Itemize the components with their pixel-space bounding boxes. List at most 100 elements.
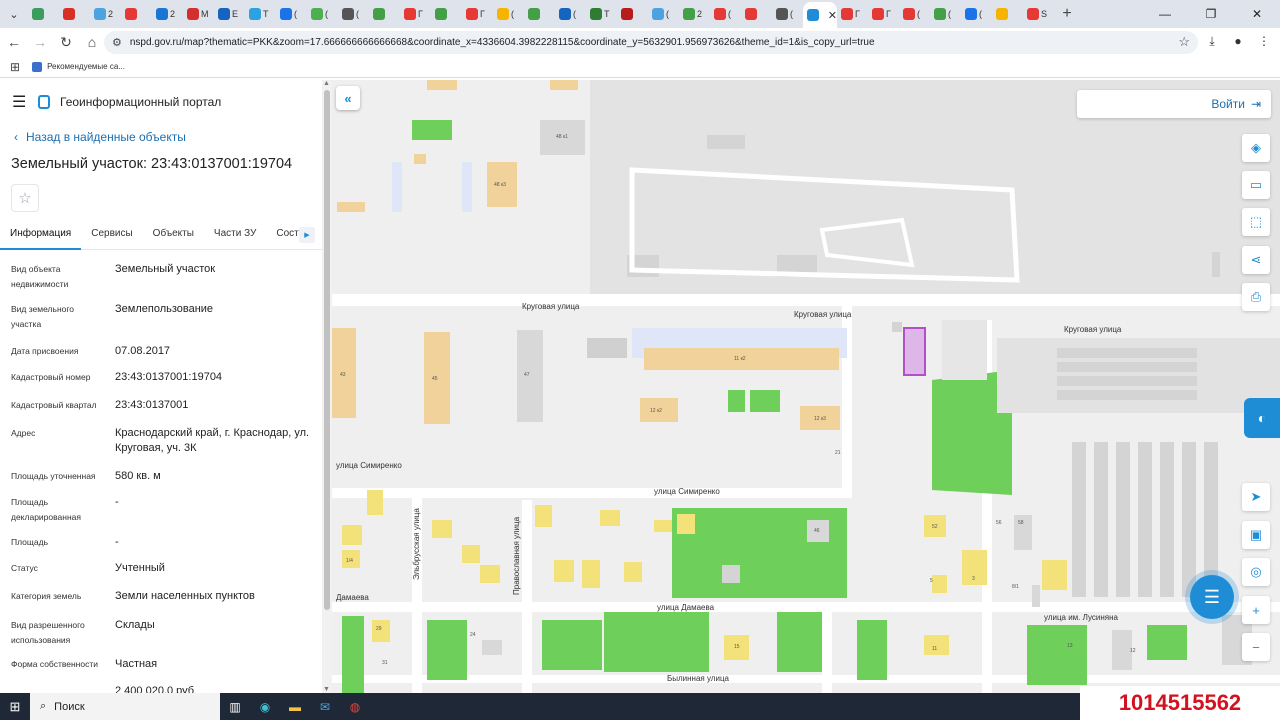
- new-tab-button[interactable]: +: [1054, 5, 1080, 23]
- building-grey: [587, 338, 627, 358]
- browser-tab[interactable]: (: [338, 3, 369, 25]
- browser-tab[interactable]: [524, 3, 555, 25]
- browser-tab[interactable]: S: [1023, 3, 1054, 25]
- print-icon[interactable]: ⎙: [1242, 283, 1270, 311]
- browser-tab[interactable]: (: [555, 3, 586, 25]
- browser-tab[interactable]: (: [930, 3, 961, 25]
- map-canvas[interactable]: [332, 80, 1280, 693]
- login-button[interactable]: Войти ⇥: [1077, 90, 1271, 118]
- close-tab-icon[interactable]: ✕: [828, 9, 837, 22]
- widget-logo-icon[interactable]: ◐: [1244, 398, 1280, 438]
- back-arrow-icon[interactable]: ←: [2, 30, 26, 54]
- map-type-icon[interactable]: ▣: [1242, 521, 1270, 549]
- browser-tab[interactable]: (: [961, 3, 992, 25]
- download-icon[interactable]: ⤓: [1202, 30, 1222, 52]
- browser-tab-active[interactable]: ✕: [803, 2, 837, 28]
- zoom-in-icon[interactable]: +: [1242, 596, 1270, 624]
- panel-scrollbar[interactable]: ▲ ▼: [322, 80, 332, 693]
- tab-favicon-icon: [187, 8, 199, 20]
- browser-tab[interactable]: Г: [400, 3, 431, 25]
- road-bylinnaya: [332, 675, 1280, 683]
- file-explorer-icon[interactable]: ▬: [280, 693, 310, 720]
- tab-title: (: [728, 9, 731, 19]
- site-info-icon[interactable]: ⚙: [112, 36, 122, 49]
- favorite-star-icon[interactable]: ☆: [11, 184, 39, 212]
- reload-icon[interactable]: ↻: [54, 30, 78, 54]
- browser-tab[interactable]: [992, 3, 1023, 25]
- chrome-icon[interactable]: ◍: [340, 693, 370, 720]
- browser-tab[interactable]: (: [493, 3, 524, 25]
- scrollbar-thumb[interactable]: [324, 90, 330, 610]
- tab-services[interactable]: Сервисы: [81, 222, 142, 250]
- browser-tab[interactable]: Г: [837, 3, 868, 25]
- browser-tab[interactable]: (: [772, 3, 803, 25]
- scroll-up-icon[interactable]: ▲: [323, 80, 330, 87]
- address-bar[interactable]: ⚙ nspd.gov.ru/map?thematic=PKK&zoom=17.6…: [104, 31, 1198, 54]
- zoom-out-icon[interactable]: −: [1242, 633, 1270, 661]
- browser-tab[interactable]: Г: [462, 3, 493, 25]
- parking: [392, 162, 402, 212]
- browser-tab[interactable]: 2: [152, 3, 183, 25]
- browser-tab[interactable]: 2: [90, 3, 121, 25]
- building-number: 3: [972, 576, 975, 582]
- browser-tab[interactable]: Т: [586, 3, 617, 25]
- browser-tab[interactable]: [59, 3, 90, 25]
- geolocation-icon[interactable]: ◎: [1242, 558, 1270, 586]
- menu-kebab-icon[interactable]: ⋮: [1254, 30, 1274, 52]
- window-controls: — ❐ ✕: [1142, 0, 1280, 28]
- share-icon[interactable]: ⋖: [1242, 246, 1270, 274]
- tab-info[interactable]: Информация: [0, 222, 82, 250]
- browser-tab[interactable]: [617, 3, 648, 25]
- layers-icon[interactable]: ◈: [1242, 134, 1270, 162]
- minimize-icon[interactable]: —: [1142, 0, 1188, 28]
- taskbar-search[interactable]: ⌕ Поиск: [30, 693, 220, 720]
- home-icon[interactable]: ⌂: [80, 30, 104, 54]
- browser-tab[interactable]: (: [276, 3, 307, 25]
- browser-tab[interactable]: М: [183, 3, 214, 25]
- hamburger-menu-icon[interactable]: ☰: [12, 92, 28, 112]
- mail-icon[interactable]: ✉: [310, 693, 340, 720]
- tabs-scroll-right-icon[interactable]: ▶: [299, 227, 315, 243]
- bookmark-recommended[interactable]: Рекомендуемые са...: [32, 61, 125, 72]
- tab-search-icon[interactable]: ⌄: [4, 4, 24, 24]
- selected-parcel[interactable]: [903, 327, 926, 376]
- url-text[interactable]: nspd.gov.ru/map?thematic=PKK&zoom=17.666…: [130, 37, 875, 48]
- apps-grid-icon[interactable]: ⊞: [10, 60, 20, 74]
- profile-icon[interactable]: ●: [1228, 30, 1248, 52]
- tab-objects[interactable]: Объекты: [143, 222, 204, 250]
- browser-tab[interactable]: [431, 3, 462, 25]
- building-grey: [1212, 252, 1220, 277]
- chat-icon[interactable]: ☰: [1190, 575, 1234, 619]
- scroll-down-icon[interactable]: ▼: [323, 686, 330, 693]
- ruler-icon[interactable]: ▭: [1242, 171, 1270, 199]
- close-window-icon[interactable]: ✕: [1234, 0, 1280, 28]
- windows-start-icon[interactable]: ⊞: [0, 699, 30, 715]
- bookmark-star-icon[interactable]: ☆: [1178, 34, 1190, 50]
- street-label: улица Симиренко: [654, 487, 720, 496]
- tab-strip: 2 2 М Е Т (((Г Г ((Т (2 ((✕ Г Г (((S: [28, 0, 1054, 28]
- browser-tab[interactable]: (: [710, 3, 741, 25]
- browser-tab[interactable]: [28, 3, 59, 25]
- browser-tab[interactable]: 2: [679, 3, 710, 25]
- navigate-icon[interactable]: ➤: [1242, 483, 1270, 511]
- browser-tab[interactable]: [369, 3, 400, 25]
- browser-tab[interactable]: (: [648, 3, 679, 25]
- tab-parts[interactable]: Части ЗУ: [204, 222, 266, 250]
- browser-tab[interactable]: Е: [214, 3, 245, 25]
- browser-tab[interactable]: [741, 3, 772, 25]
- prop-value: Учтенный: [115, 562, 165, 574]
- restore-icon[interactable]: ❐: [1188, 0, 1234, 28]
- browser-tab[interactable]: [121, 3, 152, 25]
- edge-icon[interactable]: ◉: [250, 693, 280, 720]
- browser-tab[interactable]: Г: [868, 3, 899, 25]
- cadastral-map[interactable]: Круговая улица Круговая улица Круговая у…: [332, 80, 1280, 693]
- browser-tab[interactable]: (: [307, 3, 338, 25]
- browser-tab[interactable]: (: [899, 3, 930, 25]
- forward-arrow-icon[interactable]: →: [28, 30, 52, 54]
- collapse-panel-button[interactable]: «: [336, 86, 360, 110]
- prop-value: Склады: [115, 619, 155, 631]
- task-view-icon[interactable]: ▥: [220, 693, 250, 720]
- back-to-results-link[interactable]: ‹ Назад в найденные объекты: [14, 130, 186, 144]
- area-select-icon[interactable]: ⬚: [1242, 208, 1270, 236]
- browser-tab[interactable]: Т: [245, 3, 276, 25]
